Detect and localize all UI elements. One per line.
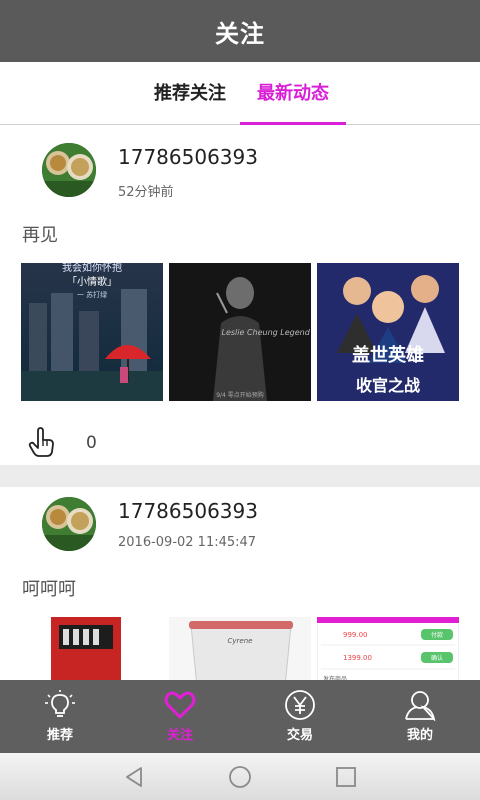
heart-icon bbox=[164, 691, 196, 719]
app-header: 关注 bbox=[0, 0, 480, 62]
post-image[interactable]: 盖世英雄 收官之战 bbox=[317, 263, 459, 401]
lightbulb-icon bbox=[45, 690, 75, 717]
avatar[interactable] bbox=[42, 497, 96, 551]
nav-label: 关注 bbox=[166, 728, 193, 743]
image-caption: 一 苏打绿 bbox=[77, 290, 107, 299]
tab-latest-activity[interactable]: 最新动态 bbox=[240, 62, 346, 125]
post-image[interactable]: 999.00 付款 1399.00 确认 发布商品 bbox=[317, 617, 459, 687]
avatar[interactable] bbox=[42, 143, 96, 197]
page-title: 关注 bbox=[215, 19, 265, 48]
tab-label: 最新动态 bbox=[257, 83, 329, 104]
nav-trade[interactable]: 交易 bbox=[240, 680, 360, 753]
post-image[interactable]: Leslie Cheung Legend Continues 9/4 零点开始预… bbox=[169, 263, 311, 401]
image-caption: 我会如你怀抱 bbox=[62, 263, 122, 274]
like-count: 0 bbox=[86, 433, 97, 453]
image-caption: 「小情歌」 bbox=[67, 275, 117, 288]
price-value: 999.00 bbox=[343, 631, 368, 639]
image-caption: 收官之战 bbox=[356, 376, 420, 395]
nav-follow[interactable]: 关注 bbox=[120, 680, 240, 753]
image-caption: Leslie Cheung Legend Continues bbox=[221, 328, 311, 337]
post-image[interactable]: Cyrene bbox=[169, 617, 311, 687]
back-triangle-icon[interactable] bbox=[122, 765, 146, 789]
post-username[interactable]: 17786506393 bbox=[118, 499, 258, 523]
nav-recommend[interactable]: 推荐 bbox=[0, 680, 120, 753]
yen-icon bbox=[285, 690, 315, 720]
system-nav-bar bbox=[0, 753, 480, 800]
user-icon bbox=[405, 691, 436, 721]
post-image[interactable]: 我会如你怀抱 「小情歌」 一 苏打绿 bbox=[21, 263, 163, 401]
tab-bar: 推荐关注 最新动态 bbox=[0, 62, 480, 125]
product-brand: Cyrene bbox=[228, 637, 253, 645]
post-username[interactable]: 17786506393 bbox=[118, 145, 258, 169]
post-divider bbox=[0, 465, 480, 487]
hand-pointer-icon[interactable] bbox=[28, 427, 56, 457]
feed-post: 17786506393 52分钟前 再见 我会如你怀抱 「小情歌」 一 苏打绿 bbox=[0, 125, 480, 465]
nav-label: 交易 bbox=[286, 728, 313, 743]
feed-post: 17786506393 2016-09-02 11:45:47 呵呵呵 Cyre… bbox=[0, 487, 480, 687]
tab-recommended-follow[interactable]: 推荐关注 bbox=[140, 62, 240, 124]
bottom-nav: 推荐 关注 交易 我的 bbox=[0, 680, 480, 753]
post-image[interactable] bbox=[21, 617, 163, 687]
recents-square-icon[interactable] bbox=[334, 765, 358, 789]
price-value: 1399.00 bbox=[343, 654, 372, 662]
post-timestamp: 2016-09-02 11:45:47 bbox=[118, 535, 257, 550]
nav-mine[interactable]: 我的 bbox=[360, 680, 480, 753]
post-timestamp: 52分钟前 bbox=[118, 185, 174, 200]
tab-label: 推荐关注 bbox=[154, 83, 226, 104]
home-circle-icon[interactable] bbox=[228, 765, 252, 789]
nav-label: 我的 bbox=[406, 728, 433, 743]
post-text: 呵呵呵 bbox=[22, 579, 76, 600]
post-text: 再见 bbox=[22, 225, 58, 246]
mini-button-label: 付款 bbox=[431, 631, 443, 639]
mini-button-label: 确认 bbox=[431, 654, 443, 662]
nav-label: 推荐 bbox=[46, 728, 73, 743]
image-caption: 9/4 零点开始预购 bbox=[216, 391, 264, 399]
image-caption: 盖世英雄 bbox=[352, 344, 424, 366]
